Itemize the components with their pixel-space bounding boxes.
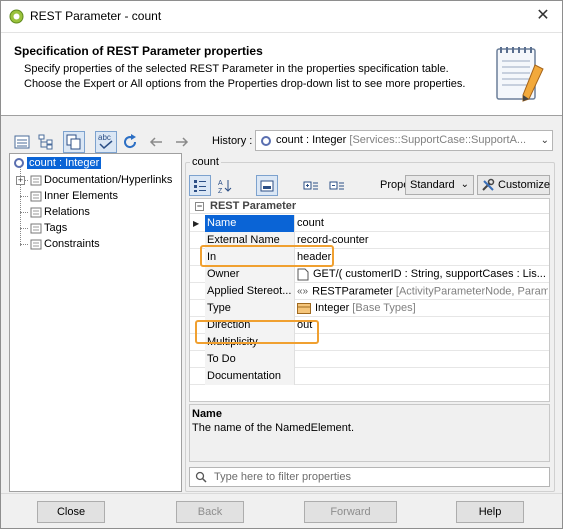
properties-mode-dropdown[interactable]: Standard ⌄: [405, 175, 474, 195]
collapse-icon[interactable]: −: [195, 202, 204, 211]
specification-dialog: REST Parameter - count ✕ Specification o…: [0, 0, 563, 529]
header-title: Specification of REST Parameter properti…: [14, 44, 263, 58]
expand-all-icon[interactable]: [300, 175, 322, 196]
forward-arrow-icon[interactable]: [171, 131, 193, 153]
description-panel: Name The name of the NamedElement.: [189, 404, 550, 462]
copy-icon[interactable]: [63, 131, 85, 153]
description-text: The name of the NamedElement.: [192, 422, 355, 434]
filter-input[interactable]: Type here to filter properties: [189, 467, 550, 487]
description-title: Name: [192, 408, 222, 420]
collapse-all-icon[interactable]: [326, 175, 348, 196]
expand-icon[interactable]: +: [16, 176, 25, 185]
property-row-name[interactable]: ▶ Name count: [190, 215, 549, 232]
sort-alphabetical-icon[interactable]: AZ: [214, 175, 236, 196]
tools-icon: [482, 178, 495, 191]
property-row-type[interactable]: Type Integer [Base Types]: [190, 300, 549, 317]
tree-item-inner-elements[interactable]: Inner Elements: [30, 188, 118, 204]
filter-placeholder: Type here to filter properties: [214, 471, 351, 483]
categorized-view-icon[interactable]: [189, 175, 211, 196]
history-value: count : Integer: [276, 134, 347, 146]
svg-text:Z: Z: [218, 188, 223, 194]
highlight-direction-row: [195, 320, 319, 344]
property-row-applied-stereotype[interactable]: Applied Stereot... «» RESTParameter [Acti…: [190, 283, 549, 300]
chevron-down-icon: ⌄: [540, 135, 549, 146]
header-description-line1: Specify properties of the selected REST …: [24, 63, 449, 75]
header-band: Specification of REST Parameter properti…: [1, 32, 562, 116]
tree-item-tags[interactable]: Tags: [30, 220, 67, 236]
title-bar: REST Parameter - count ✕: [1, 1, 562, 32]
customize-button[interactable]: Customize: [477, 175, 550, 195]
grid-section-header[interactable]: − REST Parameter: [190, 199, 549, 214]
spell-check-icon[interactable]: abc: [95, 131, 117, 153]
tree-item-label: count : Integer: [27, 157, 102, 169]
chevron-down-icon: ⌄: [460, 179, 469, 190]
tree-item-relations[interactable]: Relations: [30, 204, 90, 220]
folder-icon: [30, 175, 42, 186]
svg-text:A: A: [218, 180, 223, 187]
svg-text:abc: abc: [98, 133, 111, 142]
search-icon: [195, 471, 207, 483]
parameter-icon: [14, 158, 24, 169]
window-title: REST Parameter - count: [30, 9, 162, 23]
group-title: count: [190, 156, 221, 168]
notepad-pencil-icon: [496, 47, 544, 102]
property-grid: − REST Parameter ▶ Name count External N…: [189, 198, 550, 402]
operation-icon: [297, 268, 309, 281]
help-button[interactable]: Help: [456, 501, 524, 523]
tree-view-icon[interactable]: [11, 131, 33, 153]
stereotype-icon: «»: [297, 286, 309, 297]
navigation-tree: count : Integer + Documentation/Hyperlin…: [9, 153, 182, 492]
close-button[interactable]: Close: [37, 501, 105, 523]
page-icon: [30, 223, 42, 234]
row-pointer-icon: ▶: [193, 219, 200, 228]
back-arrow-icon[interactable]: [145, 131, 167, 153]
back-button[interactable]: Back: [176, 501, 244, 523]
header-description-line2: Choose the Expert or All options from th…: [24, 78, 466, 90]
history-path: [Services::SupportCase::SupportA...: [346, 134, 527, 146]
page-icon: [30, 191, 42, 202]
history-label: History :: [212, 135, 253, 147]
property-row-owner[interactable]: Owner GET/( customerID : String, support…: [190, 266, 549, 283]
property-row-documentation[interactable]: Documentation: [190, 368, 549, 385]
data-type-icon: [297, 302, 311, 314]
app-icon: [9, 9, 24, 24]
parameter-icon: [261, 136, 271, 146]
description-toggle-icon[interactable]: [256, 175, 278, 196]
property-row-to-do[interactable]: To Do: [190, 351, 549, 368]
tree-item-root[interactable]: count : Integer: [14, 155, 102, 171]
history-dropdown[interactable]: count : Integer [Services::SupportCase::…: [255, 130, 553, 151]
page-icon: [30, 207, 42, 218]
refresh-icon[interactable]: [119, 131, 141, 153]
forward-button[interactable]: Forward: [304, 501, 397, 523]
tree-item-constraints[interactable]: Constraints: [30, 236, 100, 252]
page-icon: [30, 239, 42, 250]
tree-item-documentation[interactable]: Documentation/Hyperlinks: [30, 172, 172, 188]
highlight-in-row: [200, 245, 334, 267]
close-icon[interactable]: ✕: [532, 6, 554, 26]
hierarchy-icon[interactable]: [35, 131, 57, 153]
